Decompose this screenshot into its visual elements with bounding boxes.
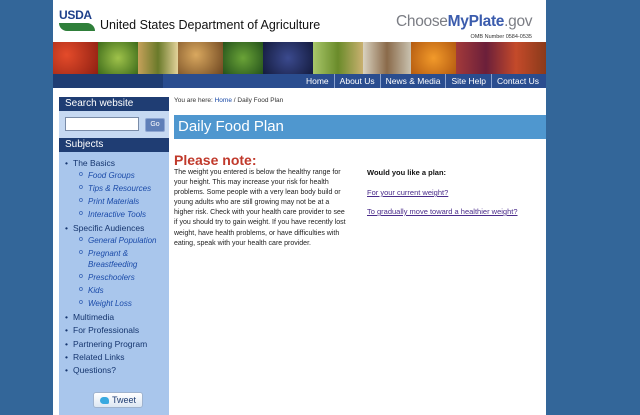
subject-for-professionals[interactable]: For Professionals: [65, 325, 139, 335]
subject-print-materials[interactable]: Print Materials: [79, 196, 139, 208]
plan-current-weight-link[interactable]: For your current weight?: [367, 188, 448, 197]
choosemyplate-bold: MyPlate: [447, 13, 505, 30]
search-box: Go: [59, 111, 169, 138]
nav-news-media[interactable]: News & Media: [379, 74, 446, 88]
nav-home[interactable]: Home: [301, 74, 334, 88]
nav-left-band: [53, 74, 163, 88]
plan-gradual-weight-link[interactable]: To gradually move toward a healthier wei…: [367, 207, 518, 216]
banner-broccoli: [223, 42, 263, 74]
page-title: Daily Food Plan: [178, 118, 284, 135]
search-heading: Search website: [59, 97, 169, 111]
title-bar: Daily Food Plan: [174, 115, 546, 139]
search-input[interactable]: [65, 117, 139, 131]
plan-question: Would you like a plan:: [367, 168, 447, 177]
subject-partnering-program[interactable]: Partnering Program: [65, 339, 147, 349]
note-body: The weight you entered is below the heal…: [174, 169, 346, 247]
subject-weight-loss[interactable]: Weight Loss: [79, 298, 132, 310]
usda-logo-swoosh: [59, 23, 95, 31]
subject-general-population[interactable]: General Population: [79, 235, 156, 247]
banner-grapes: [456, 42, 546, 74]
subject-multimedia[interactable]: Multimedia: [65, 312, 114, 322]
usda-logo[interactable]: USDA: [59, 8, 95, 32]
banner-blueberries: [263, 42, 313, 74]
twitter-bird-icon: [99, 397, 109, 404]
subject-kids[interactable]: Kids: [79, 285, 103, 297]
tweet-button[interactable]: Tweet: [93, 392, 143, 408]
subject-related-links[interactable]: Related Links: [65, 352, 124, 362]
subject-the-basics[interactable]: The Basics: [65, 158, 115, 168]
subject-pregnant-line2: Breastfeeding: [88, 259, 138, 269]
nav-site-help[interactable]: Site Help: [445, 74, 491, 88]
banner-bread: [178, 42, 223, 74]
subject-preschoolers[interactable]: Preschoolers: [79, 272, 135, 284]
choosemyplate-logo[interactable]: ChooseMyPlate.gov: [396, 13, 533, 31]
choosemyplate-suffix: .gov: [504, 13, 533, 30]
department-title: United States Department of Agriculture: [100, 18, 321, 32]
banner-salad: [313, 42, 363, 74]
food-photo-banner: [53, 42, 546, 74]
breadcrumb-home[interactable]: Home: [215, 97, 232, 104]
subject-pregnant-breastfeeding[interactable]: Pregnant &Breastfeeding: [79, 248, 138, 270]
omb-number: OMB Number 0584-0535: [470, 34, 532, 40]
banner-vegetables: [138, 42, 178, 74]
tweet-label: Tweet: [111, 395, 136, 405]
nav-items: Home About Us News & Media Site Help Con…: [301, 74, 544, 88]
breadcrumb: You are here: Home / Daily Food Plan: [174, 97, 283, 104]
subject-questions[interactable]: Questions?: [65, 365, 116, 375]
page: USDA United States Department of Agricul…: [53, 0, 546, 415]
choosemyplate-prefix: Choose: [396, 13, 448, 30]
top-navigation: Home About Us News & Media Site Help Con…: [53, 74, 546, 88]
breadcrumb-prefix: You are here:: [174, 97, 213, 104]
banner-fish: [363, 42, 411, 74]
nav-contact-us[interactable]: Contact Us: [490, 74, 544, 88]
header: USDA United States Department of Agricul…: [53, 0, 546, 42]
breadcrumb-current: Daily Food Plan: [237, 97, 284, 104]
subjects-heading: Subjects: [59, 138, 169, 152]
note-heading: Please note:: [174, 152, 257, 168]
sidebar: Search website Go Subjects The Basics Fo…: [59, 97, 169, 415]
banner-tomatoes: [53, 42, 98, 74]
subject-tips-resources[interactable]: Tips & Resources: [79, 183, 151, 195]
subject-food-groups[interactable]: Food Groups: [79, 170, 135, 182]
banner-oranges: [411, 42, 456, 74]
usda-logo-text: USDA: [59, 8, 92, 22]
banner-greens: [98, 42, 138, 74]
breadcrumb-separator: /: [233, 97, 236, 104]
subject-specific-audiences[interactable]: Specific Audiences: [65, 223, 144, 233]
nav-about-us[interactable]: About Us: [333, 74, 380, 88]
subject-pregnant-line1: Pregnant &: [88, 249, 129, 258]
subject-interactive-tools[interactable]: Interactive Tools: [79, 209, 146, 221]
search-go-button[interactable]: Go: [145, 118, 165, 132]
